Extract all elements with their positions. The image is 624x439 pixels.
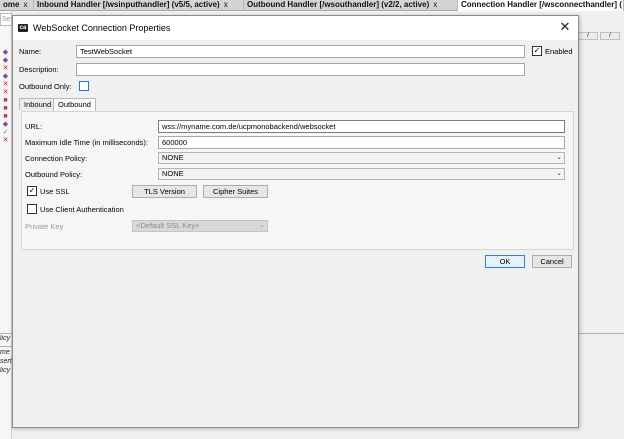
connection-policy-value: NONE bbox=[162, 153, 184, 162]
tab-close-icon[interactable]: x bbox=[23, 0, 27, 9]
enabled-checkbox[interactable]: ✓ bbox=[532, 46, 542, 56]
connection-policy-label: Connection Policy: bbox=[25, 154, 88, 163]
tab-outbound[interactable]: Outbound bbox=[53, 98, 96, 111]
url-input[interactable]: wss://myname.com.de/ucpmonobackend/webso… bbox=[158, 120, 565, 133]
description-input[interactable] bbox=[76, 63, 525, 76]
policy-icon[interactable]: ◆ bbox=[1, 73, 10, 80]
toolbar-button[interactable]: / bbox=[600, 32, 620, 40]
max-idle-time-input[interactable]: 600000 bbox=[158, 136, 565, 149]
divider bbox=[578, 333, 624, 334]
cipher-suites-button[interactable]: Cipher Suites bbox=[203, 185, 268, 198]
error-icon[interactable]: ✕ bbox=[1, 89, 10, 96]
editor-tab-label: Outbound Handler [/wsouthandler] (v2/2, … bbox=[247, 0, 430, 9]
use-client-authentication-checkbox[interactable] bbox=[27, 204, 37, 214]
error-icon[interactable]: ✕ bbox=[1, 81, 10, 88]
outbound-policy-value: NONE bbox=[162, 169, 184, 178]
tls-version-button[interactable]: TLS Version bbox=[132, 185, 197, 198]
close-icon[interactable]: ✕ bbox=[558, 20, 572, 34]
outbound-policy-label: Outbound Policy: bbox=[25, 170, 83, 179]
check-icon[interactable]: ✓ bbox=[1, 129, 10, 136]
mail-icon[interactable]: ■ bbox=[1, 105, 10, 112]
outbound-only-label: Outbound Only: bbox=[19, 82, 72, 91]
divider bbox=[0, 346, 12, 347]
editor-tab-connection-handler[interactable]: Connection Handler [/wsconnecthandler] ( bbox=[458, 0, 624, 11]
editor-tab-outbound-handler[interactable]: Outbound Handler [/wsouthandler] (v2/2, … bbox=[244, 0, 458, 11]
editor-tab-home[interactable]: ome x bbox=[0, 0, 34, 11]
max-idle-time-label: Maximum Idle Time (in milliseconds): bbox=[25, 138, 148, 147]
divider bbox=[0, 333, 12, 334]
policy-icon[interactable]: ◆ bbox=[1, 49, 10, 56]
policy-icon[interactable]: ◆ bbox=[1, 121, 10, 128]
name-label: Name: bbox=[19, 47, 42, 56]
dialog-titlebar[interactable]: ca WebSocket Connection Properties ✕ bbox=[13, 16, 578, 40]
websocket-connection-properties-dialog: ca WebSocket Connection Properties ✕ Nam… bbox=[12, 15, 579, 428]
use-client-authentication-label: Use Client Authentication bbox=[40, 205, 124, 214]
editor-tab-inbound-handler[interactable]: Inbound Handler [/wsinputhandler] (v5/5,… bbox=[34, 0, 244, 11]
mail-icon[interactable]: ■ bbox=[1, 97, 10, 104]
background-search-input[interactable]: Se bbox=[0, 13, 12, 26]
connection-policy-select[interactable]: NONE ⌄ bbox=[158, 152, 565, 164]
chevron-down-icon: ⌄ bbox=[259, 222, 265, 229]
outbound-tab-panel: URL: wss://myname.com.de/ucpmonobackend/… bbox=[21, 111, 574, 250]
editor-tab-label: ome bbox=[3, 0, 20, 9]
ok-button[interactable]: OK bbox=[485, 255, 525, 268]
cancel-button[interactable]: Cancel bbox=[532, 255, 572, 268]
ca-logo-icon: ca bbox=[18, 24, 28, 32]
error-icon[interactable]: ✕ bbox=[1, 137, 10, 144]
name-input[interactable]: TestWebSocket bbox=[76, 45, 525, 58]
background-toolbar: / / bbox=[578, 30, 624, 40]
use-ssl-label: Use SSL bbox=[40, 187, 70, 196]
chevron-down-icon: ⌄ bbox=[556, 154, 562, 161]
enabled-label: Enabled bbox=[545, 47, 573, 56]
editor-tab-label: Connection Handler [/wsconnecthandler] ( bbox=[461, 0, 622, 9]
background-text: sert bbox=[0, 358, 12, 365]
tab-close-icon[interactable]: x bbox=[224, 0, 228, 9]
tab-strip: Inbound Outbound bbox=[19, 98, 574, 111]
use-ssl-checkbox[interactable]: ✓ bbox=[27, 186, 37, 196]
checkmark-icon: ✓ bbox=[28, 186, 36, 195]
mail-icon[interactable]: ■ bbox=[1, 113, 10, 120]
checkmark-icon: ✓ bbox=[533, 46, 541, 55]
background-text: licy bbox=[0, 335, 11, 342]
dialog-title: WebSocket Connection Properties bbox=[33, 23, 171, 33]
tab-inbound[interactable]: Inbound bbox=[19, 98, 57, 110]
background-text: me bbox=[0, 349, 10, 356]
chevron-down-icon: ⌄ bbox=[556, 170, 562, 177]
url-label: URL: bbox=[25, 122, 43, 131]
description-label: Description: bbox=[19, 65, 59, 74]
outbound-policy-select[interactable]: NONE ⌄ bbox=[158, 168, 565, 180]
editor-tab-strip: ome x Inbound Handler [/wsinputhandler] (… bbox=[0, 0, 624, 11]
error-icon[interactable]: ✕ bbox=[1, 65, 10, 72]
private-key-value: <Default SSL Key> bbox=[136, 221, 200, 230]
outbound-only-checkbox[interactable] bbox=[79, 81, 89, 91]
background-text: licy bbox=[0, 367, 11, 374]
editor-tab-label: Inbound Handler [/wsinputhandler] (v5/5,… bbox=[37, 0, 220, 9]
toolbar-button[interactable]: / bbox=[578, 32, 598, 40]
private-key-select: <Default SSL Key> ⌄ bbox=[132, 220, 268, 232]
private-key-label: Private Key bbox=[25, 222, 64, 231]
tab-close-icon[interactable]: x bbox=[433, 0, 437, 9]
policy-icon[interactable]: ◆ bbox=[1, 57, 10, 64]
